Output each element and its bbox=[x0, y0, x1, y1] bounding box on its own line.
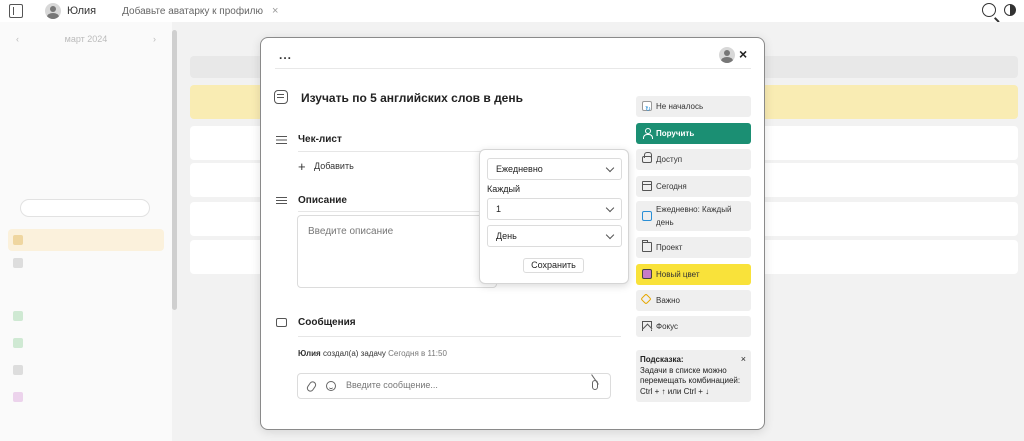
task-status-icon[interactable] bbox=[274, 90, 288, 104]
calendar-prev-icon[interactable]: ‹ bbox=[16, 34, 19, 44]
more-options-button[interactable]: ... bbox=[279, 48, 292, 62]
task-title[interactable]: Изучать по 5 английских слов в день bbox=[301, 91, 523, 105]
important-button[interactable]: Важно bbox=[636, 290, 751, 311]
date-button[interactable]: Сегодня bbox=[636, 176, 751, 197]
add-checklist-icon[interactable]: + bbox=[298, 159, 306, 174]
assign-label: Поручить bbox=[656, 129, 695, 138]
chevron-down-icon bbox=[605, 203, 615, 213]
calendar-next-icon[interactable]: › bbox=[153, 34, 156, 44]
paint-bucket-icon bbox=[642, 269, 652, 279]
status-icon bbox=[642, 101, 652, 113]
sidebar-item-today[interactable] bbox=[8, 229, 164, 251]
emoji-icon[interactable] bbox=[326, 381, 336, 391]
user-icon bbox=[642, 128, 653, 139]
close-modal-button[interactable]: × bbox=[739, 46, 747, 62]
date-label: Сегодня bbox=[656, 182, 687, 191]
color-label: Новый цвет bbox=[656, 270, 700, 279]
calendar-button[interactable] bbox=[20, 199, 150, 217]
calendar-grid bbox=[10, 54, 160, 108]
focus-button[interactable]: Фокус bbox=[636, 316, 751, 337]
folder-icon bbox=[642, 240, 652, 252]
message-input[interactable]: Введите сообщение... bbox=[297, 373, 611, 399]
tag-icon bbox=[640, 293, 652, 305]
chevron-down-icon bbox=[605, 163, 615, 173]
description-icon bbox=[276, 196, 287, 206]
unit-select[interactable]: День bbox=[487, 225, 622, 247]
each-label: Каждый bbox=[487, 184, 521, 194]
attach-icon[interactable] bbox=[305, 379, 318, 394]
sidebar-item-project-1[interactable] bbox=[8, 305, 164, 327]
checklist-heading: Чек-лист bbox=[298, 134, 342, 145]
user-name[interactable]: Юлия bbox=[67, 5, 96, 17]
hint-title: Подсказка: bbox=[640, 355, 684, 364]
project-label: Проект bbox=[656, 243, 683, 252]
repeat-button[interactable]: Ежедневно: Каждый день bbox=[636, 201, 751, 231]
access-label: Доступ bbox=[656, 155, 683, 164]
hint-box: Подсказка: × Задачи в списке можно перем… bbox=[636, 350, 751, 402]
status-button[interactable]: Не началось bbox=[636, 96, 751, 117]
project-button[interactable]: Проект bbox=[636, 237, 751, 258]
sidebar-item-overdue[interactable] bbox=[8, 252, 164, 274]
interval-select[interactable]: 1 bbox=[487, 198, 622, 220]
avatar-hint[interactable]: Добавьте аватарку к профилю bbox=[122, 6, 263, 17]
sidebar-item-project-4[interactable] bbox=[8, 386, 164, 408]
messages-icon bbox=[276, 318, 287, 327]
messages-heading: Сообщения bbox=[298, 317, 356, 328]
focus-label: Фокус bbox=[656, 322, 679, 331]
activity-log-entry: Юлия создал(а) задачу Сегодня в 11:50 bbox=[298, 349, 447, 358]
hint-text: Задачи в списке можно перемещать комбина… bbox=[640, 365, 741, 396]
important-label: Важно bbox=[656, 296, 681, 305]
hint-close-button[interactable]: × bbox=[741, 354, 746, 365]
sidebar-item-project-3[interactable] bbox=[8, 359, 164, 381]
calendar-month: март 2024 bbox=[64, 34, 108, 44]
bookmark-icon bbox=[642, 321, 652, 331]
checklist-icon bbox=[276, 135, 287, 145]
theme-toggle-icon[interactable] bbox=[1004, 4, 1016, 16]
sidebar-toggle-icon[interactable] bbox=[9, 4, 23, 18]
log-time: Сегодня в 11:50 bbox=[388, 349, 447, 358]
frequency-value: Ежедневно bbox=[496, 164, 543, 174]
sidebar-item-project-2[interactable] bbox=[8, 332, 164, 354]
assign-button[interactable]: Поручить bbox=[636, 123, 751, 144]
avatar[interactable] bbox=[45, 3, 61, 19]
calendar-header: ‹ март 2024 › bbox=[0, 34, 172, 44]
repeat-label: Ежедневно: Каждый день bbox=[656, 205, 732, 227]
log-action: создал(а) задачу bbox=[322, 349, 386, 358]
add-checklist-item-button[interactable]: Добавить bbox=[314, 161, 354, 171]
log-user: Юлия bbox=[298, 349, 321, 358]
divider bbox=[275, 68, 751, 69]
message-placeholder: Введите сообщение... bbox=[346, 380, 438, 390]
top-bar: Юлия Добавьте аватарку к профилю × bbox=[0, 0, 1024, 22]
sidebar-scrollbar[interactable] bbox=[172, 30, 177, 310]
assignee-avatar[interactable] bbox=[719, 47, 735, 63]
access-button[interactable]: Доступ bbox=[636, 149, 751, 170]
divider bbox=[298, 336, 621, 337]
hint-close-icon[interactable]: × bbox=[272, 5, 278, 17]
description-heading: Описание bbox=[298, 195, 347, 206]
repeat-settings-popup: Ежедневно Каждый 1 День Сохранить bbox=[479, 149, 629, 284]
description-input[interactable]: Введите описание bbox=[297, 215, 497, 288]
microphone-muted-icon[interactable] bbox=[592, 380, 598, 390]
status-label: Не началось bbox=[656, 102, 704, 111]
interval-value: 1 bbox=[496, 204, 502, 214]
chevron-down-icon bbox=[605, 230, 615, 240]
lock-icon bbox=[642, 152, 652, 163]
frequency-select[interactable]: Ежедневно bbox=[487, 158, 622, 180]
calendar-icon bbox=[642, 181, 652, 191]
search-icon[interactable] bbox=[982, 3, 996, 17]
unit-value: День bbox=[496, 231, 517, 241]
app-sidebar: ‹ март 2024 › bbox=[0, 22, 172, 441]
repeat-icon bbox=[642, 211, 652, 221]
color-button[interactable]: Новый цвет bbox=[636, 264, 751, 285]
save-button[interactable]: Сохранить bbox=[523, 258, 584, 273]
